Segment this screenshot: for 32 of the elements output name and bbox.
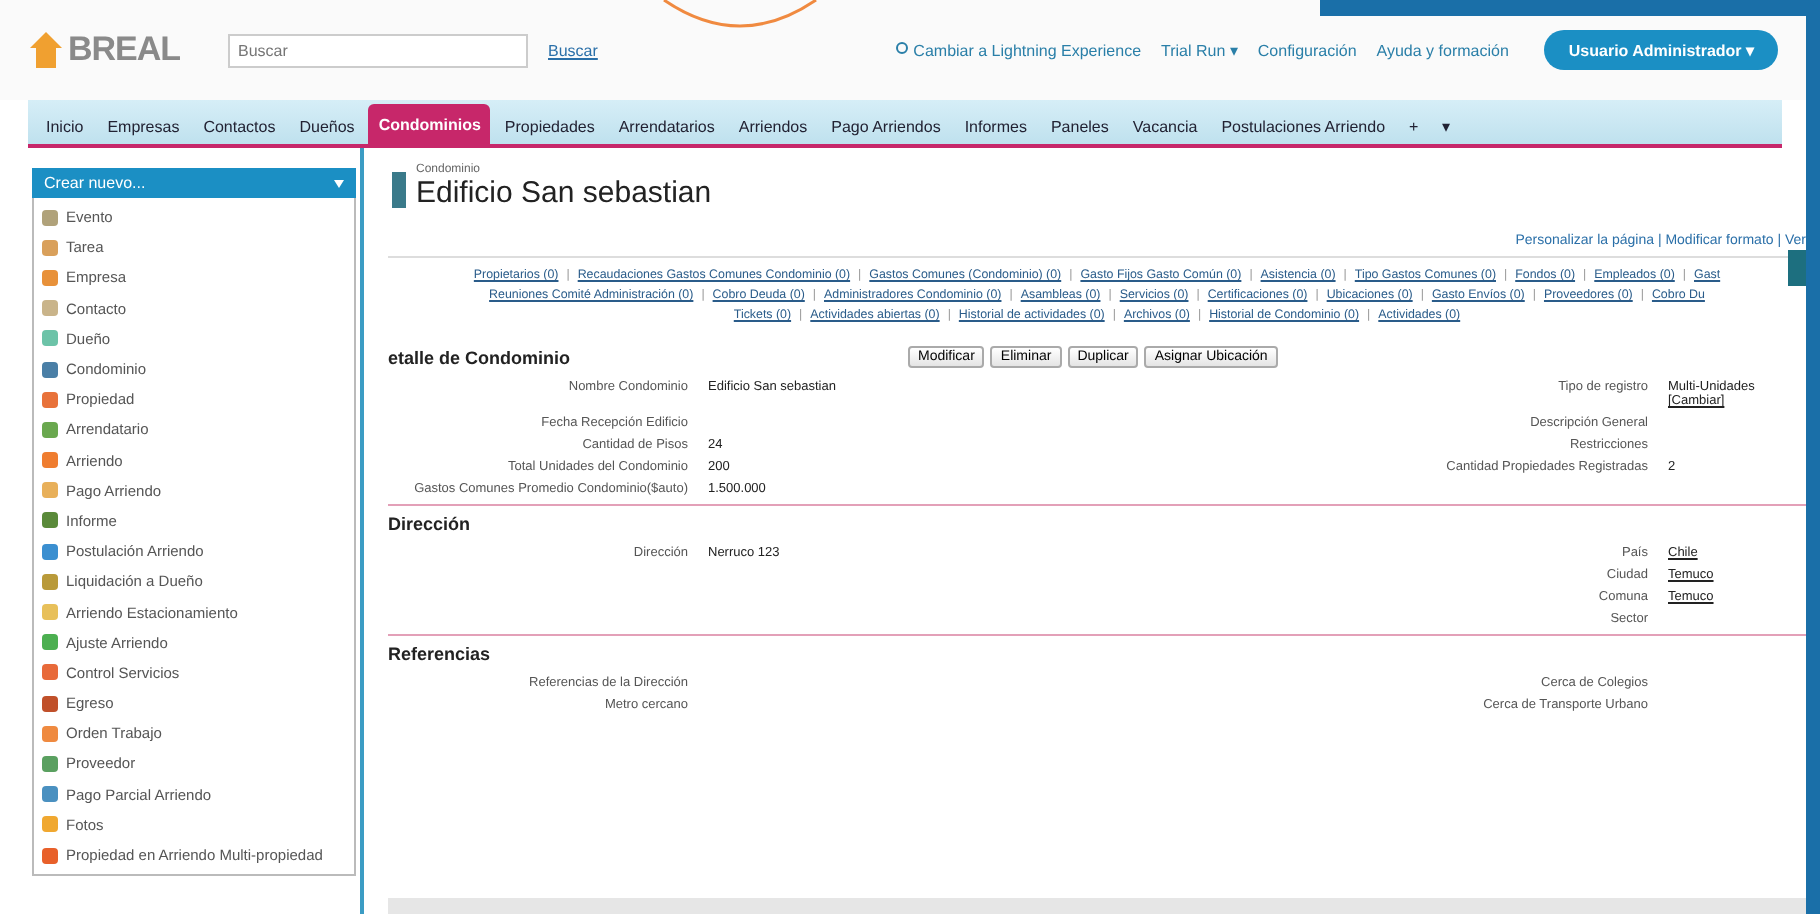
header-link[interactable]: Cambiar a Lightning Experience [895,41,1142,59]
nav-tab[interactable]: Propiedades [494,108,605,144]
header-link[interactable]: Trial Run ▾ [1161,41,1238,59]
building-icon [388,167,408,207]
header-link[interactable]: Configuración [1257,41,1357,59]
nav-tab[interactable]: Condominios [368,104,491,144]
section-title: Dirección [388,514,473,534]
user-menu-button[interactable]: Usuario Administrador ▾ [1544,30,1778,70]
caret-icon [334,179,344,187]
nav-tab[interactable]: + [1399,108,1429,144]
nav-tab[interactable]: Vacancia [1122,108,1208,144]
search-field[interactable]: Buscar [228,33,528,67]
nav-tab[interactable]: ▾ [1432,108,1461,144]
nav-tab[interactable]: Paneles [1040,108,1119,144]
section-title: Referencias [388,644,493,664]
house-icon [28,30,64,70]
nav-tab[interactable]: Pago Arriendos [821,108,951,144]
nav-tab[interactable]: Empresas [97,108,190,144]
nav-tab[interactable]: Arriendos [728,108,818,144]
nav-tab[interactable]: Contactos [193,108,286,144]
create-new-dropdown[interactable]: Crear nuevo... [32,168,356,198]
header-link[interactable]: Ayuda y formación [1376,41,1509,59]
logo: BREAL [28,30,208,70]
nav-tab[interactable]: Postulaciones Arriendo [1211,108,1396,144]
nav-tab[interactable]: Informes [954,108,1037,144]
record-title: Edificio San sebastian [416,176,712,210]
collapse-tab[interactable] [1788,250,1806,286]
nav-tab[interactable]: Dueños [289,108,365,144]
nav-tab[interactable]: Inicio [36,108,94,144]
nav-tab[interactable]: Arrendatarios [608,108,725,144]
search-link[interactable]: Buscar [548,41,598,59]
section-title: etalle de Condominio [388,347,573,367]
